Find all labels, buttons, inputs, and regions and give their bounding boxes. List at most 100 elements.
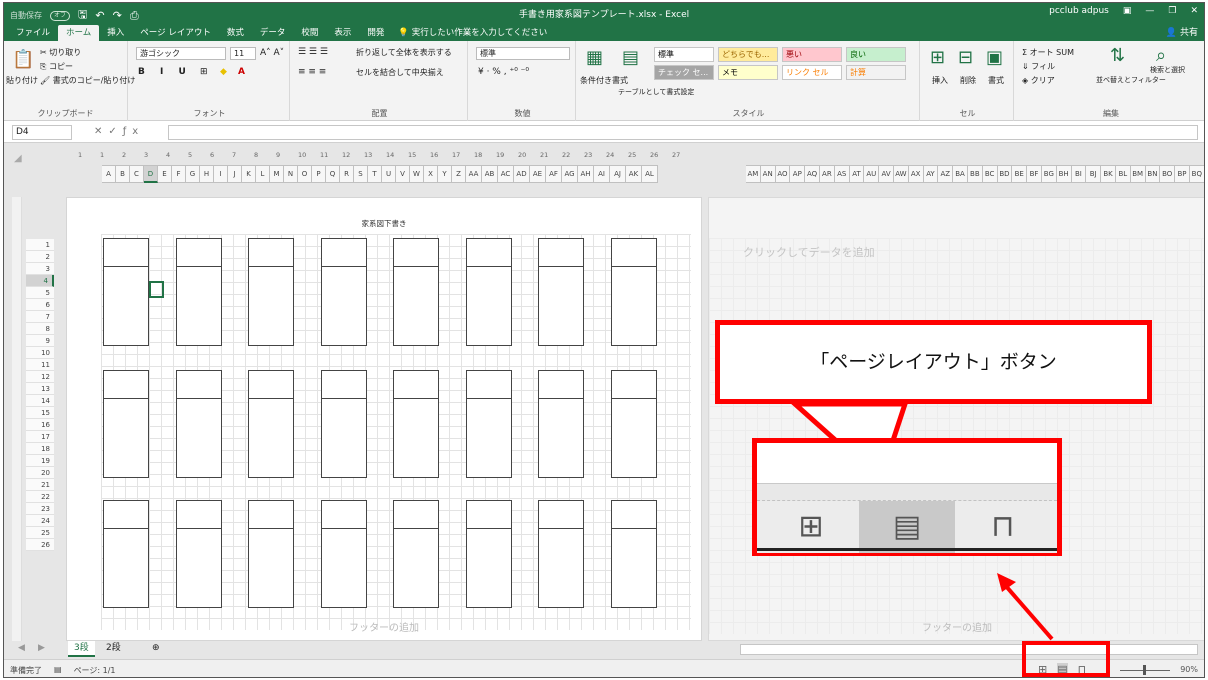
page-1[interactable]: 家系図下書き フッターの追加 bbox=[66, 197, 702, 641]
name-cell[interactable] bbox=[466, 371, 511, 399]
percent-icon[interactable]: ¥ · % , ⁺⁰ ⁻⁰ bbox=[478, 67, 529, 77]
column-header-BC[interactable]: BC bbox=[982, 165, 998, 183]
name-box[interactable]: D4 bbox=[12, 125, 72, 140]
bold-italic-underline-buttons[interactable]: B I U bbox=[138, 67, 192, 77]
tab-5[interactable]: データ bbox=[252, 25, 294, 41]
column-header-X[interactable]: X bbox=[424, 165, 438, 183]
column-header-AP[interactable]: AP bbox=[790, 165, 806, 183]
ribbon-display-icon[interactable]: ▣ bbox=[1123, 6, 1132, 16]
row-header-15[interactable]: 15 bbox=[26, 407, 54, 419]
column-header-B[interactable]: B bbox=[116, 165, 130, 183]
row-header-18[interactable]: 18 bbox=[26, 443, 54, 455]
tab-8[interactable]: 開発 bbox=[359, 25, 392, 41]
name-cell[interactable] bbox=[321, 371, 366, 399]
add-footer-link[interactable]: フッターの追加 bbox=[67, 619, 701, 634]
family-member-box[interactable] bbox=[538, 238, 584, 346]
name-cell[interactable] bbox=[176, 501, 221, 529]
column-header-AK[interactable]: AK bbox=[626, 165, 642, 183]
tab-7[interactable]: 表示 bbox=[326, 25, 359, 41]
column-header-AG[interactable]: AG bbox=[562, 165, 578, 183]
family-member-box[interactable] bbox=[103, 370, 149, 478]
column-header-AJ[interactable]: AJ bbox=[610, 165, 626, 183]
name-cell[interactable] bbox=[394, 501, 438, 529]
add-footer-link-page2[interactable]: フッターの追加 bbox=[709, 619, 1204, 634]
cell-style-7[interactable]: 計算 bbox=[846, 65, 906, 80]
column-header-Z[interactable]: Z bbox=[452, 165, 466, 183]
cut-button[interactable]: ✂ 切り取り bbox=[40, 47, 81, 58]
column-header-AL[interactable]: AL bbox=[642, 165, 658, 183]
row-header-9[interactable]: 9 bbox=[26, 335, 54, 347]
format-cells-icon[interactable]: ▣ bbox=[986, 47, 1003, 68]
name-cell[interactable] bbox=[249, 371, 293, 399]
zoom-page-layout-view-icon[interactable]: ▤ bbox=[859, 501, 955, 553]
column-header-AW[interactable]: AW bbox=[893, 165, 909, 183]
row-header-16[interactable]: 16 bbox=[26, 419, 54, 431]
formula-icons[interactable]: ✕✓ƒx bbox=[94, 126, 144, 137]
border-icon[interactable]: ⊞ bbox=[200, 67, 208, 77]
family-member-box[interactable] bbox=[103, 500, 149, 608]
find-select-button[interactable]: 検索と選択 bbox=[1150, 65, 1185, 75]
column-header-BO[interactable]: BO bbox=[1160, 165, 1176, 183]
name-cell[interactable] bbox=[466, 239, 511, 267]
row-header-12[interactable]: 12 bbox=[26, 371, 54, 383]
fill-color-icon[interactable]: ◆ bbox=[220, 67, 227, 77]
family-member-box[interactable] bbox=[538, 370, 584, 478]
column-header-AM[interactable]: AM bbox=[746, 165, 761, 183]
row-header-5[interactable]: 5 bbox=[26, 287, 54, 299]
name-cell[interactable] bbox=[611, 501, 656, 529]
column-header-AS[interactable]: AS bbox=[834, 165, 850, 183]
column-header-T[interactable]: T bbox=[368, 165, 382, 183]
column-header-AB[interactable]: AB bbox=[482, 165, 498, 183]
cell-style-5[interactable]: メモ bbox=[718, 65, 778, 80]
row-header-14[interactable]: 14 bbox=[26, 395, 54, 407]
tab-6[interactable]: 校閲 bbox=[293, 25, 326, 41]
row-header-20[interactable]: 20 bbox=[26, 467, 54, 479]
column-header-F[interactable]: F bbox=[172, 165, 186, 183]
insert-cells-icon[interactable]: ⊞ bbox=[930, 47, 945, 68]
row-header-23[interactable]: 23 bbox=[26, 503, 54, 515]
column-header-J[interactable]: J bbox=[228, 165, 242, 183]
family-member-box[interactable] bbox=[393, 238, 439, 346]
family-member-box[interactable] bbox=[320, 370, 367, 478]
row-header-26[interactable]: 26 bbox=[26, 539, 54, 551]
family-member-box[interactable] bbox=[320, 238, 367, 346]
row-header-11[interactable]: 11 bbox=[26, 359, 54, 371]
delete-cells-icon[interactable]: ⊟ bbox=[958, 47, 973, 68]
row-header-10[interactable]: 10 bbox=[26, 347, 54, 359]
column-header-BF[interactable]: BF bbox=[1027, 165, 1042, 183]
column-header-R[interactable]: R bbox=[340, 165, 354, 183]
column-header-L[interactable]: L bbox=[256, 165, 270, 183]
name-cell[interactable] bbox=[104, 371, 148, 399]
format-painter-button[interactable]: 🖌 書式のコピー/貼り付け bbox=[40, 75, 135, 86]
column-header-AT[interactable]: AT bbox=[849, 165, 865, 183]
tab-2[interactable]: 挿入 bbox=[99, 25, 132, 41]
close-icon[interactable]: ✕ bbox=[1190, 6, 1198, 16]
family-member-box[interactable] bbox=[610, 500, 657, 608]
name-cell[interactable] bbox=[611, 239, 656, 267]
sheet-scroll-left-icon[interactable]: ◀ bbox=[12, 641, 31, 657]
font-size-select[interactable]: 11 bbox=[230, 47, 256, 60]
name-cell[interactable] bbox=[104, 501, 148, 529]
name-cell[interactable] bbox=[611, 371, 656, 399]
column-header-S[interactable]: S bbox=[354, 165, 368, 183]
font-family-select[interactable]: 游ゴシック bbox=[136, 47, 226, 60]
column-header-C[interactable]: C bbox=[130, 165, 144, 183]
align-top-icon[interactable]: ☰ ☰ ☰ bbox=[298, 47, 328, 57]
user-name[interactable]: pcclub adpus bbox=[1049, 6, 1109, 16]
row-header-4[interactable]: 4 bbox=[26, 275, 54, 287]
column-header-U[interactable]: U bbox=[382, 165, 396, 183]
family-member-box[interactable] bbox=[175, 500, 222, 608]
row-header-21[interactable]: 21 bbox=[26, 479, 54, 491]
name-cell[interactable] bbox=[249, 501, 293, 529]
tell-me-box[interactable]: 💡 実行したい作業を入力してください bbox=[398, 25, 547, 41]
column-header-I[interactable]: I bbox=[214, 165, 228, 183]
name-cell[interactable] bbox=[176, 239, 221, 267]
column-header-BI[interactable]: BI bbox=[1071, 165, 1087, 183]
clear-button[interactable]: ◈ クリア bbox=[1022, 75, 1055, 86]
column-header-M[interactable]: M bbox=[270, 165, 284, 183]
column-header-G[interactable]: G bbox=[186, 165, 200, 183]
column-header-BP[interactable]: BP bbox=[1175, 165, 1190, 183]
zoom-page-break-preview-icon[interactable]: ⊓ bbox=[955, 501, 1051, 553]
zoom-slider-thumb[interactable] bbox=[1143, 665, 1146, 675]
column-header-BA[interactable]: BA bbox=[953, 165, 968, 183]
